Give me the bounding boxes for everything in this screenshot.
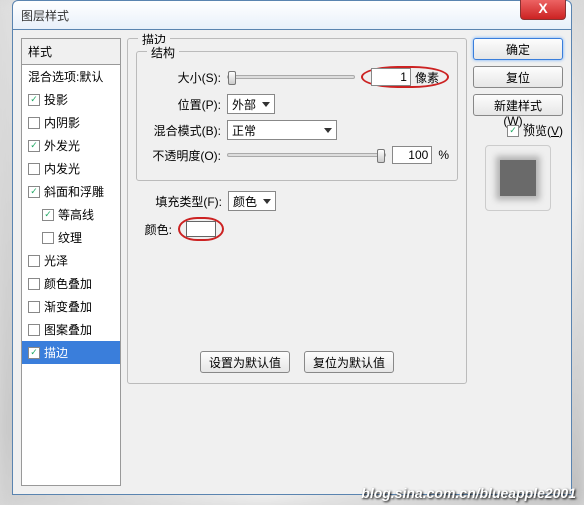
opacity-input[interactable]: 100 (392, 146, 432, 164)
color-label: 颜色: (136, 221, 172, 238)
style-label: 渐变叠加 (44, 298, 92, 315)
blendmode-label: 混合模式(B): (145, 122, 221, 139)
style-checkbox[interactable] (28, 163, 40, 175)
style-item-2[interactable]: ✓ 外发光 (22, 134, 120, 157)
style-label: 投影 (44, 91, 68, 108)
style-checkbox[interactable]: ✓ (28, 347, 40, 359)
settings-panel: 描边 结构 大小(S): 1 像素 位置(P): 外部 (127, 38, 467, 486)
style-label: 外发光 (44, 137, 80, 154)
chevron-down-icon (263, 199, 271, 204)
reset-default-button[interactable]: 复位为默认值 (304, 351, 394, 373)
style-label: 纹理 (58, 229, 82, 246)
style-label: 颜色叠加 (44, 275, 92, 292)
styles-panel: 样式 混合选项:默认 ✓ 投影内阴影 ✓ 外发光内发光 ✓ 斜面和浮雕 ✓ 等高线纹理光泽颜色… (21, 38, 121, 486)
dialog-body: 样式 混合选项:默认 ✓投影内阴影✓外发光内发光✓斜面和浮雕✓等高线纹理光泽颜色… (12, 30, 572, 495)
preview-swatch (500, 160, 536, 196)
style-item-10[interactable]: 图案叠加 (22, 318, 120, 341)
style-label: 等高线 (58, 206, 94, 223)
size-label: 大小(S): (145, 69, 221, 86)
style-item-1[interactable]: 内阴影 (22, 111, 120, 134)
chevron-down-icon (324, 128, 332, 133)
style-item-9[interactable]: 渐变叠加 (22, 295, 120, 318)
style-checkbox[interactable]: ✓ (28, 140, 40, 152)
style-checkbox[interactable] (28, 301, 40, 313)
blend-options-label: 混合选项:默认 (28, 68, 103, 85)
titlebar[interactable]: 图层样式 (12, 0, 572, 30)
preview-checkbox[interactable]: ✓ (507, 125, 519, 137)
new-style-button[interactable]: 新建样式(W)... (473, 94, 563, 116)
set-default-button[interactable]: 设置为默认值 (200, 351, 290, 373)
filltype-value: 颜色 (233, 193, 257, 210)
style-label: 内阴影 (44, 114, 80, 131)
color-swatch[interactable] (186, 221, 216, 237)
action-panel: 确定 复位 新建样式(W)... ✓ 预览(V) (473, 38, 563, 486)
style-item-7[interactable]: 光泽 (22, 249, 120, 272)
window-title: 图层样式 (21, 7, 69, 24)
style-item-11[interactable]: ✓ 描边 (22, 341, 120, 364)
style-label: 图案叠加 (44, 321, 92, 338)
styles-header: 样式 (22, 39, 120, 65)
style-item-3[interactable]: 内发光 (22, 157, 120, 180)
style-item-5[interactable]: ✓ 等高线 (22, 203, 120, 226)
close-button[interactable]: X (520, 0, 566, 20)
style-checkbox[interactable] (28, 255, 40, 267)
filltype-dropdown[interactable]: 颜色 (228, 191, 276, 211)
preview-box (485, 145, 551, 211)
style-checkbox[interactable]: ✓ (42, 209, 54, 221)
style-checkbox[interactable] (28, 324, 40, 336)
structure-legend: 结构 (147, 44, 179, 61)
filltype-label: 填充类型(F): (136, 193, 222, 210)
size-input[interactable]: 1 (371, 68, 411, 86)
position-dropdown[interactable]: 外部 (227, 94, 275, 114)
style-item-8[interactable]: 颜色叠加 (22, 272, 120, 295)
structure-fieldset: 结构 大小(S): 1 像素 位置(P): 外部 (136, 51, 458, 181)
blend-options-item[interactable]: 混合选项:默认 (22, 65, 120, 88)
style-label: 描边 (44, 344, 68, 361)
style-label: 内发光 (44, 160, 80, 177)
blendmode-value: 正常 (232, 122, 256, 139)
style-checkbox[interactable]: ✓ (28, 186, 40, 198)
stroke-fieldset: 描边 结构 大小(S): 1 像素 位置(P): 外部 (127, 38, 467, 384)
position-label: 位置(P): (145, 96, 221, 113)
style-checkbox[interactable]: ✓ (28, 94, 40, 106)
size-slider[interactable] (227, 75, 355, 79)
opacity-unit: % (438, 148, 449, 162)
style-label: 斜面和浮雕 (44, 183, 104, 200)
size-unit: 像素 (415, 69, 439, 86)
style-item-0[interactable]: ✓ 投影 (22, 88, 120, 111)
color-highlight (178, 217, 224, 241)
opacity-slider[interactable] (227, 153, 386, 157)
blendmode-dropdown[interactable]: 正常 (227, 120, 337, 140)
preview-label: 预览(V) (523, 122, 563, 139)
position-value: 外部 (232, 96, 256, 113)
style-checkbox[interactable] (28, 117, 40, 129)
style-label: 光泽 (44, 252, 68, 269)
size-highlight: 1 像素 (361, 66, 449, 88)
style-checkbox[interactable] (42, 232, 54, 244)
preview-toggle[interactable]: ✓ 预览(V) (473, 122, 563, 139)
ok-button[interactable]: 确定 (473, 38, 563, 60)
watermark: blog.sina.com.cn/blueapple2001 (361, 485, 576, 501)
chevron-down-icon (262, 102, 270, 107)
style-item-6[interactable]: 纹理 (22, 226, 120, 249)
opacity-label: 不透明度(O): (145, 147, 221, 164)
cancel-button[interactable]: 复位 (473, 66, 563, 88)
style-checkbox[interactable] (28, 278, 40, 290)
style-item-4[interactable]: ✓ 斜面和浮雕 (22, 180, 120, 203)
